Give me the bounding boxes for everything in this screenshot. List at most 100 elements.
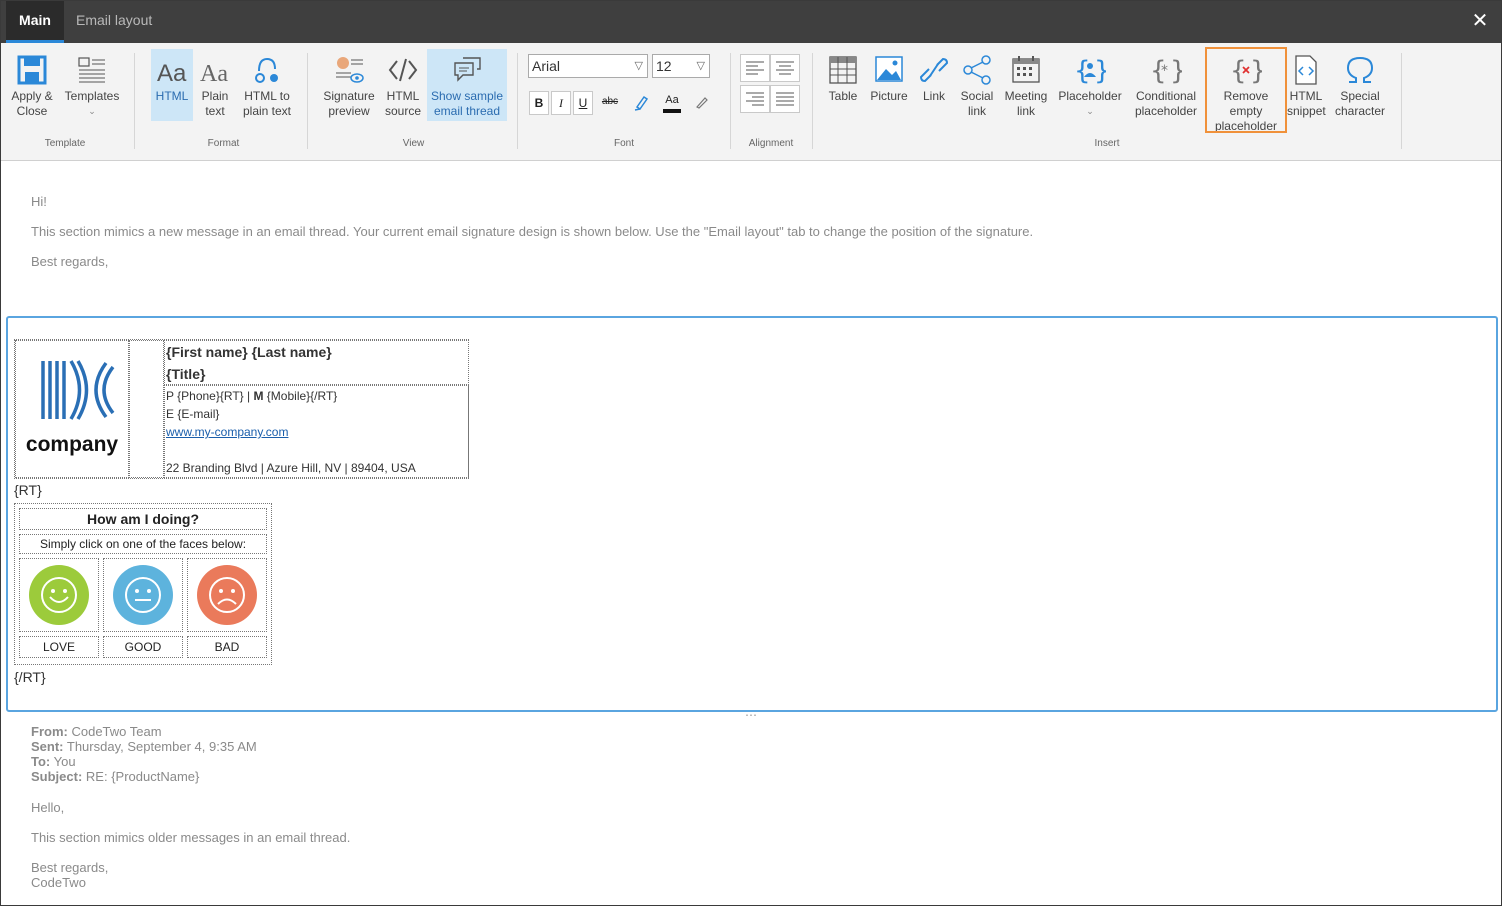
signature-phone: {Phone}{RT} |: [177, 389, 251, 403]
group-label-template: Template: [44, 138, 86, 149]
group-separator: [517, 53, 518, 149]
chat-bubbles-icon: [454, 57, 481, 82]
insert-html-snippet-button[interactable]: HTML snippet: [1287, 49, 1326, 121]
neutral-face-icon: [113, 565, 173, 625]
insert-placeholder-label: Placeholder: [1058, 89, 1122, 103]
tab-main[interactable]: Main: [6, 1, 64, 43]
font-name-select[interactable]: Arial ▽: [528, 54, 648, 78]
phone-prefix: P: [166, 389, 174, 403]
highlighter-icon: [634, 95, 649, 111]
signature-address: 22 Branding Blvd | Azure Hill, NV | 8940…: [166, 461, 416, 475]
insert-picture-button[interactable]: Picture: [867, 49, 911, 121]
editor-window: Main Email layout ✕ Apply & Close Templa…: [0, 0, 1502, 906]
email-prefix: E: [166, 407, 175, 421]
face-good-label: GOOD: [103, 636, 183, 658]
convert-icon: [255, 57, 278, 83]
thread-subject: Subject: RE: {ProductName}: [31, 769, 199, 784]
insert-table-button[interactable]: Table: [825, 49, 861, 121]
insert-special-character-button[interactable]: Special character: [1331, 49, 1389, 121]
insert-link-label: Link: [922, 89, 945, 103]
chevron-down-icon: ⌄: [1086, 106, 1094, 116]
italic-button[interactable]: I: [551, 91, 571, 115]
plain-text-label: Plain text: [201, 89, 229, 118]
group-label-view: View: [402, 138, 425, 149]
insert-placeholder-button[interactable]: { } Placeholder ⌄: [1057, 49, 1123, 121]
intro-body: This section mimics a new message in an …: [31, 224, 1034, 239]
spacer-cell: [129, 340, 164, 478]
html-source-label: HTML source: [384, 89, 422, 118]
strikethrough-button[interactable]: abc: [599, 91, 621, 115]
align-center-icon: [776, 61, 794, 75]
align-left-button[interactable]: [740, 54, 770, 82]
company-logo: company: [26, 360, 119, 456]
templates-button[interactable]: Templates ⌄: [63, 49, 121, 121]
face-good-cell[interactable]: [103, 558, 183, 632]
templates-label: Templates: [64, 89, 120, 103]
close-icon[interactable]: ✕: [1469, 10, 1491, 32]
thread-body: This section mimics older messages in an…: [31, 830, 351, 845]
aa-icon: Aa: [157, 60, 187, 87]
chevron-down-icon: ▽: [634, 60, 643, 72]
align-center-button[interactable]: [770, 54, 800, 82]
insert-social-link-button[interactable]: Social link: [957, 49, 997, 121]
from-label: From:: [31, 724, 68, 739]
logo-wordmark: company: [26, 433, 119, 456]
website-link[interactable]: www.my-company.com: [166, 425, 288, 439]
plain-text-button[interactable]: Aa Plain text: [195, 49, 235, 121]
chevron-down-icon: ⌄: [88, 106, 96, 116]
thread-closing: Best regards,: [31, 860, 109, 875]
signature-preview-button[interactable]: Signature preview: [321, 49, 377, 121]
svg-text:Aa: Aa: [157, 60, 187, 87]
insert-conditional-placeholder-button[interactable]: { } * Conditional placeholder: [1129, 49, 1203, 121]
chevron-down-icon: ▽: [696, 60, 705, 72]
html-to-plain-button[interactable]: HTML to plain text: [239, 49, 295, 121]
font-color-button[interactable]: Aa: [661, 91, 683, 115]
to-value: You: [53, 754, 76, 769]
group-label-format: Format: [207, 138, 240, 149]
insert-meeting-link-button[interactable]: Meeting link: [1001, 49, 1051, 121]
highlight-box: [1205, 47, 1287, 133]
bold-button[interactable]: B: [529, 91, 549, 115]
clear-format-button[interactable]: [691, 91, 713, 115]
signature-editor[interactable]: company {First name} {Last name} {Title}…: [6, 316, 1498, 712]
tab-email-layout-label: Email layout: [76, 12, 153, 28]
underline-button[interactable]: U: [573, 91, 593, 115]
insert-link-button[interactable]: Link: [917, 49, 951, 121]
resize-handle[interactable]: ⋯: [745, 708, 758, 722]
insert-special-character-label: Special character: [1334, 89, 1386, 118]
aa-plain-icon: Aa: [200, 61, 228, 87]
insert-html-snippet-label: HTML snippet: [1287, 89, 1326, 118]
calendar-icon: [1012, 56, 1040, 83]
show-sample-thread-button[interactable]: Show sample email thread: [427, 49, 507, 121]
sent-label: Sent:: [31, 739, 64, 754]
align-right-button[interactable]: [740, 85, 770, 113]
group-separator: [730, 53, 731, 149]
conditional-placeholder-icon: { } *: [1150, 56, 1182, 86]
highlight-button[interactable]: [631, 91, 653, 115]
svg-text:Aa: Aa: [200, 61, 228, 87]
align-justify-icon: [776, 92, 794, 106]
font-size-select[interactable]: 12 ▽: [652, 54, 710, 78]
insert-table-label: Table: [828, 89, 858, 103]
table-icon: [829, 56, 857, 84]
group-separator: [134, 53, 135, 149]
insert-conditional-placeholder-label: Conditional placeholder: [1134, 89, 1198, 118]
html-format-label: HTML: [155, 89, 189, 103]
insert-picture-label: Picture: [870, 89, 908, 103]
align-justify-button[interactable]: [770, 85, 800, 113]
svg-text:}: }: [1094, 56, 1106, 86]
html-format-button[interactable]: Aa HTML: [151, 49, 193, 121]
html-source-button[interactable]: HTML source: [381, 49, 425, 121]
omega-icon: [1346, 56, 1374, 83]
face-love-cell[interactable]: [19, 558, 99, 632]
group-label-alignment: Alignment: [748, 138, 794, 149]
apply-close-button[interactable]: Apply & Close: [7, 49, 57, 121]
tab-email-layout[interactable]: Email layout: [64, 1, 164, 43]
editor-content: Hi! This section mimics a new message in…: [1, 162, 1501, 906]
thread-from: From: CodeTwo Team: [31, 724, 162, 739]
thread-to: To: You: [31, 754, 76, 769]
face-bad-cell[interactable]: [187, 558, 267, 632]
mobile-prefix: M: [253, 389, 264, 403]
phone-line: P {Phone}{RT} | M {Mobile}{/RT}: [166, 389, 337, 403]
code-icon: [388, 58, 418, 82]
